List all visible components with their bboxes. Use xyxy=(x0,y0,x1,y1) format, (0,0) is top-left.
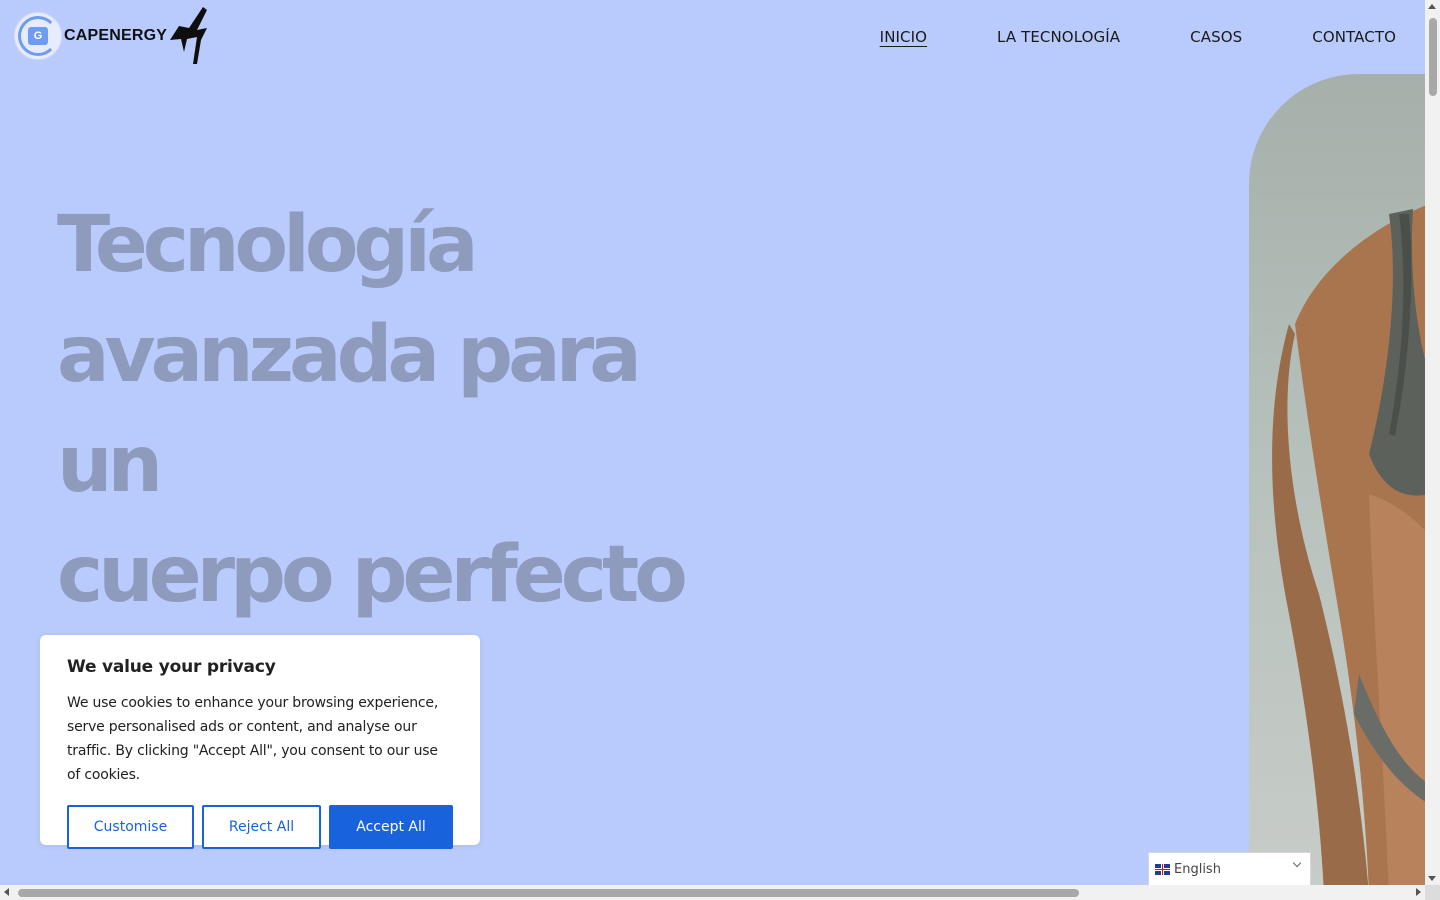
chevron-down-icon xyxy=(1292,858,1302,868)
nav-item-contacto[interactable]: CONTACTO xyxy=(1312,28,1396,46)
cookie-buttons: Customise Reject All Accept All xyxy=(67,805,453,849)
lightning-bolt-icon xyxy=(170,7,208,64)
cookie-banner: We value your privacy We use cookies to … xyxy=(40,635,480,849)
scroll-down-arrow-icon[interactable] xyxy=(1428,876,1436,881)
main-nav: INICIO LA TECNOLOGÍA CASOS CONTACTO xyxy=(880,28,1396,46)
hero-photo-illustration xyxy=(1272,204,1429,894)
translate-icon[interactable]: G xyxy=(14,12,62,60)
nav-item-casos[interactable]: CASOS xyxy=(1190,28,1242,46)
scroll-up-arrow-icon[interactable] xyxy=(1428,4,1436,9)
logo-area[interactable]: G CAPENERGY xyxy=(14,6,213,66)
customise-button[interactable]: Customise xyxy=(67,805,194,849)
reject-all-button[interactable]: Reject All xyxy=(202,805,321,849)
vertical-scrollbar[interactable] xyxy=(1425,0,1440,885)
brand-name[interactable]: CAPENERGY xyxy=(64,27,167,45)
hero-title-line: Tecnología xyxy=(57,200,479,290)
scroll-left-arrow-icon[interactable] xyxy=(4,888,9,896)
hero-title-line: cuerpo perfecto xyxy=(57,530,688,620)
language-selector[interactable]: English xyxy=(1148,852,1311,885)
nav-item-la-tecnologia[interactable]: LA TECNOLOGÍA xyxy=(997,28,1120,46)
accept-all-button[interactable]: Accept All xyxy=(329,805,453,849)
cookie-body: We use cookies to enhance your browsing … xyxy=(67,695,439,783)
horizontal-scrollbar[interactable] xyxy=(0,885,1425,900)
hero-title-line: avanzada para un xyxy=(57,310,642,510)
translate-glyph: G xyxy=(28,27,48,45)
vertical-scroll-thumb[interactable] xyxy=(1429,18,1437,96)
scroll-right-arrow-icon[interactable] xyxy=(1416,888,1421,896)
language-label: English xyxy=(1174,861,1221,877)
hero-image xyxy=(1249,74,1429,894)
horizontal-scroll-thumb[interactable] xyxy=(18,889,1079,897)
scrollbar-corner xyxy=(1425,885,1440,900)
hero-title: Tecnología avanzada para un cuerpo perfe… xyxy=(57,190,757,630)
cookie-title: We value your privacy xyxy=(67,657,276,677)
uk-flag-icon xyxy=(1155,863,1170,875)
nav-item-inicio[interactable]: INICIO xyxy=(880,28,927,46)
